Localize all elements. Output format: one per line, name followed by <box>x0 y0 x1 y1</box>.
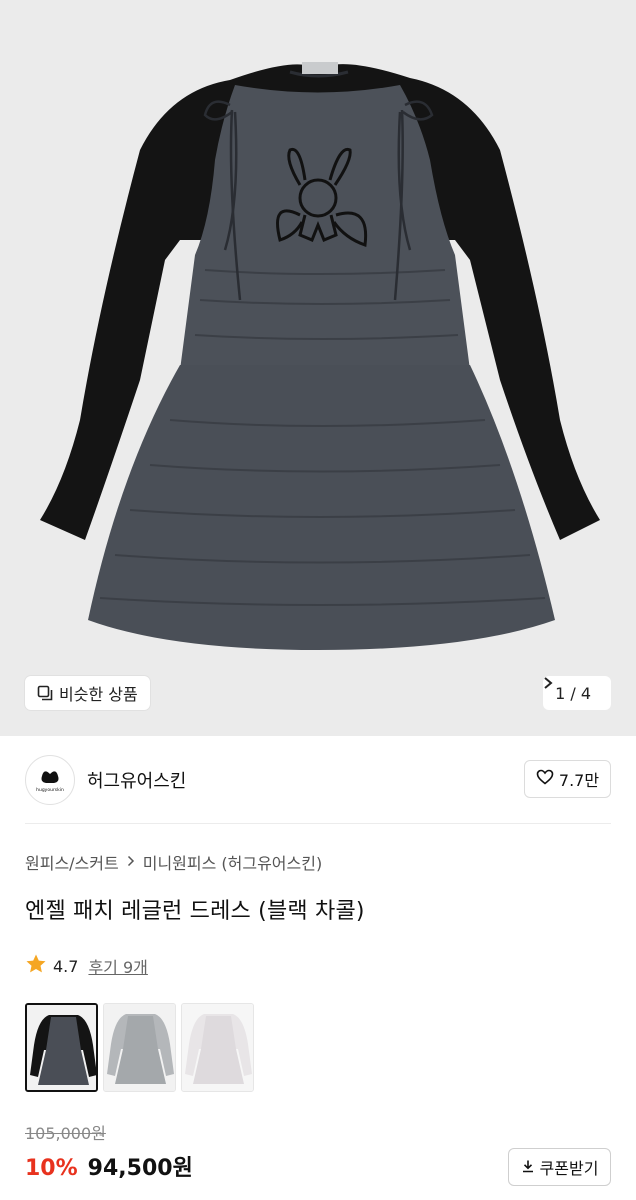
similar-items-label: 비슷한 상품 <box>59 685 138 704</box>
breadcrumb-item-category[interactable]: 원피스/스커트 <box>25 850 119 874</box>
pager-text: 1 / 4 <box>555 683 591 703</box>
coupon-button[interactable]: 쿠폰받기 <box>508 1148 611 1186</box>
sale-price: 94,500원 <box>87 1156 193 1181</box>
like-button[interactable]: 7.7만 <box>524 760 611 798</box>
color-option-black-charcoal[interactable] <box>25 1003 98 1092</box>
breadcrumb-item-subcategory[interactable]: 미니원피스 (허그유어스킨) <box>143 850 323 874</box>
chevron-right-icon <box>127 853 135 871</box>
color-options <box>25 1003 254 1092</box>
download-icon <box>521 1158 535 1177</box>
price-row: 10% 94,500원 <box>25 1150 193 1182</box>
discount-rate: 10% <box>25 1156 78 1181</box>
similar-items-icon <box>37 685 53 701</box>
similar-items-button[interactable]: 비슷한 상품 <box>25 676 150 710</box>
rating-row[interactable]: 4.7 후기 9개 <box>25 953 148 979</box>
divider <box>25 823 611 824</box>
breadcrumb: 원피스/스커트 미니원피스 (허그유어스킨) <box>25 850 322 874</box>
svg-text:hugyourskin: hugyourskin <box>36 787 64 793</box>
star-icon <box>25 953 47 979</box>
product-image-gallery[interactable]: 비슷한 상품 1 / 4 <box>0 0 636 736</box>
image-pager[interactable]: 1 / 4 <box>543 676 611 710</box>
coupon-label: 쿠폰받기 <box>539 1159 599 1178</box>
like-count: 7.7만 <box>558 771 600 790</box>
original-price: 105,000원 <box>25 1124 106 1143</box>
color-option-white[interactable] <box>181 1003 254 1092</box>
color-option-gray[interactable] <box>103 1003 176 1092</box>
product-photo <box>40 62 600 650</box>
rating-value: 4.7 <box>53 956 79 976</box>
brand-row[interactable]: hugyourskin 허그유어스킨 7.7만 <box>0 736 636 824</box>
brand-logo[interactable]: hugyourskin <box>25 755 75 805</box>
heart-icon <box>536 769 554 789</box>
product-title: 엔젤 패치 레글런 드레스 (블랙 차콜) <box>25 899 365 924</box>
review-link[interactable]: 후기 9개 <box>88 954 147 978</box>
brand-name[interactable]: 허그유어스킨 <box>87 767 186 793</box>
